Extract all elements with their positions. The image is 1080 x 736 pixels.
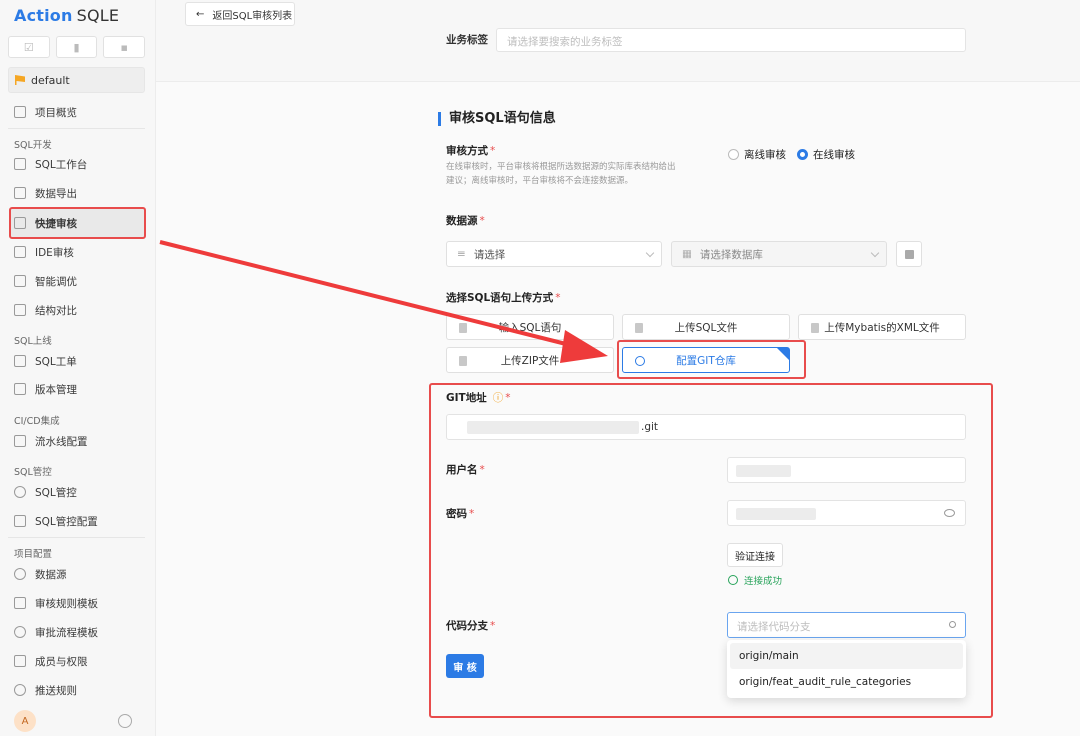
eye-icon[interactable] [944,509,955,517]
branch-label: 代码分支 * [446,620,496,632]
check-circle-icon [728,575,738,585]
redacted-username [736,465,791,477]
password-input[interactable] [727,500,966,526]
username-label: 用户名 * [446,464,485,476]
git-url-input[interactable]: .git [446,414,966,440]
info-icon: ⓘ [492,392,504,404]
redacted-password [736,508,816,520]
search-icon [949,621,956,628]
username-input[interactable] [727,457,966,483]
branch-select[interactable]: 请选择代码分支 [727,612,966,638]
branch-dropdown: origin/main origin/feat_audit_rule_categ… [727,640,966,698]
redacted-url [467,421,639,434]
submit-audit-button[interactable]: 审 核 [446,654,484,678]
connection-status: 连接成功 [728,573,782,587]
branch-option[interactable]: origin/main [730,643,963,669]
verify-connection-button[interactable]: 验证连接 [727,543,783,567]
password-label: 密码 * [446,508,475,520]
git-url-label: GIT地址 ⓘ * [446,392,511,404]
branch-option[interactable]: origin/feat_audit_rule_categories [727,669,966,695]
